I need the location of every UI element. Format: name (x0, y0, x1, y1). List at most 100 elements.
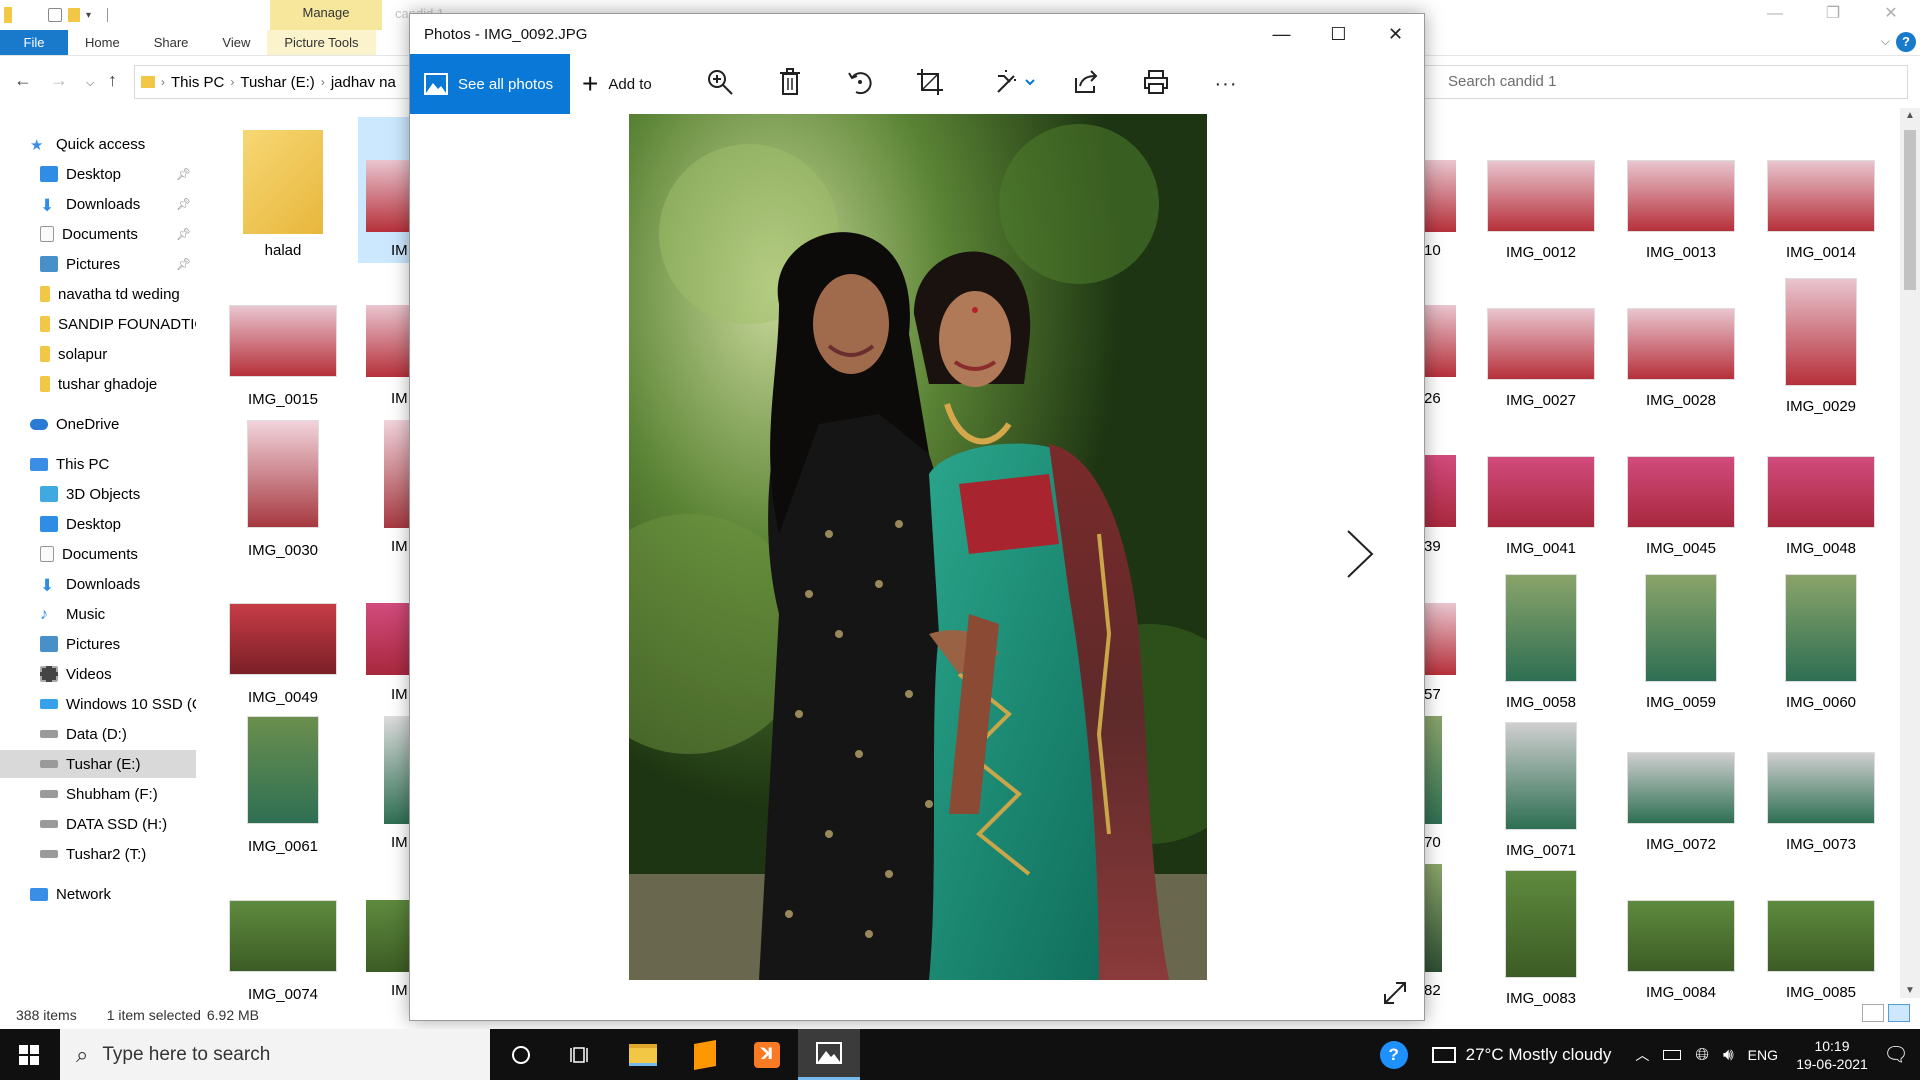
photo-thumbnail[interactable] (366, 160, 409, 232)
recent-locations-icon[interactable]: ⌵ (86, 77, 94, 90)
battery-icon[interactable] (1663, 1049, 1682, 1060)
crop-icon[interactable] (914, 68, 946, 100)
photo-thumbnail[interactable] (1424, 160, 1456, 232)
photo-thumbnail[interactable] (1424, 305, 1456, 377)
photo-thumbnail[interactable] (384, 420, 409, 528)
nav-downloads[interactable]: ⬇ Downloads (0, 570, 196, 598)
nav-documents[interactable]: Documents 📌︎ (0, 220, 196, 248)
address-bar[interactable]: › This PC › Tushar (E:) › jadhav na (134, 65, 414, 99)
fullscreen-expand-icon[interactable] (1382, 980, 1408, 1013)
restore-icon[interactable]: ❐ (1804, 0, 1862, 30)
nav-drive-e[interactable]: Tushar (E:) (0, 750, 196, 778)
photo-thumbnail[interactable] (366, 900, 409, 972)
help-icon[interactable]: ? (1896, 32, 1916, 52)
nav-pictures[interactable]: Pictures 📌︎ (0, 250, 196, 278)
file-item[interactable]: IMG_0041 (1471, 426, 1611, 557)
nav-network[interactable]: Network (0, 880, 196, 908)
nav-drive-f[interactable]: Shubham (F:) (0, 780, 196, 808)
search-input[interactable]: Search candid 1 (1413, 65, 1908, 99)
nav-folder[interactable]: solapur (0, 340, 196, 368)
next-photo-arrow-icon[interactable] (1345, 524, 1375, 593)
breadcrumb-drive[interactable]: Tushar (E:) (240, 74, 314, 91)
up-arrow-icon[interactable]: ↑ (108, 70, 117, 91)
details-view-icon[interactable] (1862, 1004, 1884, 1022)
minimize-icon[interactable]: — (1746, 0, 1804, 30)
photo-thumbnail[interactable] (366, 305, 409, 377)
nav-drive-t[interactable]: Tushar2 (T:) (0, 840, 196, 868)
photo-thumbnail[interactable] (1424, 864, 1442, 972)
nav-quick-access[interactable]: ★ Quick access (0, 130, 196, 158)
xampp-icon[interactable]: ꓘ (736, 1029, 798, 1080)
file-item[interactable]: IMG_0083 (1471, 870, 1611, 1007)
taskbar-search-box[interactable]: ⌕ Type here to search (60, 1029, 490, 1080)
nav-onedrive[interactable]: OneDrive (0, 410, 196, 438)
clock[interactable]: 10:19 19-06-2021 (1792, 1037, 1872, 1073)
file-item[interactable]: IMG_0073 (1751, 722, 1891, 853)
file-item[interactable]: IMG_0028 (1611, 278, 1751, 409)
edit-create-icon[interactable] (992, 68, 1040, 100)
photo-thumbnail[interactable] (1424, 603, 1456, 675)
tab-picture-tools[interactable]: Picture Tools (267, 30, 376, 55)
show-hidden-icons-chevron[interactable]: ︿ (1635, 1045, 1649, 1065)
nav-desktop[interactable]: Desktop (0, 510, 196, 538)
delete-icon[interactable] (774, 68, 806, 100)
nav-music[interactable]: ♪ Music (0, 600, 196, 628)
forward-arrow-icon[interactable]: → (50, 70, 68, 91)
notifications-icon[interactable]: 🗨︎ (1872, 1042, 1920, 1067)
large-icons-view-icon[interactable] (1888, 1004, 1910, 1022)
photo-thumbnail[interactable] (1424, 716, 1442, 824)
file-item[interactable]: IMG_0014 (1751, 130, 1891, 261)
file-item[interactable]: IMG_0029 (1751, 278, 1891, 415)
tab-share[interactable]: Share (137, 30, 206, 55)
file-item[interactable]: IMG_0048 (1751, 426, 1891, 557)
photo-thumbnail[interactable] (1424, 455, 1456, 527)
file-item[interactable]: IMG_0074 (213, 900, 353, 1003)
nav-folder[interactable]: SANDIP FOUNADTIO (0, 310, 196, 338)
file-explorer-taskbar-icon[interactable] (612, 1029, 674, 1080)
nav-drive-d[interactable]: Data (D:) (0, 720, 196, 748)
nav-this-pc[interactable]: This PC (0, 450, 196, 478)
file-item[interactable]: IMG_0012 (1471, 130, 1611, 261)
nav-3d-objects[interactable]: 3D Objects (0, 480, 196, 508)
share-icon[interactable] (1070, 68, 1102, 100)
task-view-icon[interactable] (550, 1029, 612, 1080)
photos-taskbar-icon[interactable] (798, 1029, 860, 1080)
close-icon[interactable]: ✕ (1367, 14, 1424, 54)
breadcrumb-this-pc[interactable]: This PC (171, 74, 224, 91)
network-globe-icon[interactable]: 🌐︎ (1695, 1045, 1709, 1065)
file-item[interactable]: IMG_0030 (213, 420, 353, 559)
language-indicator[interactable]: ENG (1748, 1047, 1778, 1063)
manage-context-tab[interactable]: Manage (270, 0, 382, 30)
file-item[interactable]: IMG_0072 (1611, 722, 1751, 853)
maximize-icon[interactable]: ☐ (1310, 14, 1367, 54)
weather-text[interactable]: 27°C Mostly cloudy (1466, 1045, 1612, 1065)
nav-folder[interactable]: navatha td weding (0, 280, 196, 308)
zoom-in-icon[interactable] (704, 68, 736, 100)
file-item[interactable]: IMG_0013 (1611, 130, 1751, 261)
minimize-icon[interactable]: — (1253, 14, 1310, 54)
rotate-icon[interactable] (844, 68, 876, 100)
customize-qat-icon[interactable]: ▾ (86, 10, 91, 21)
file-item[interactable]: IMG_0058 (1471, 574, 1611, 711)
scroll-down-icon[interactable]: ▼ (1905, 985, 1915, 996)
cortana-icon[interactable] (490, 1029, 552, 1080)
file-item[interactable]: IMG_0059 (1611, 574, 1751, 711)
tab-home[interactable]: Home (68, 30, 137, 55)
photo-thumbnail[interactable] (366, 603, 409, 675)
ribbon-expand-icon[interactable]: ⌵ (1881, 34, 1890, 49)
file-item[interactable]: IMG_0060 (1751, 574, 1891, 711)
tab-file[interactable]: File (0, 30, 68, 55)
vertical-scrollbar[interactable]: ▲ ▼ (1900, 108, 1920, 998)
nav-downloads[interactable]: ⬇ Downloads 📌︎ (0, 190, 196, 218)
file-item[interactable]: IMG_0071 (1471, 722, 1611, 859)
nav-drive-c[interactable]: Windows 10 SSD (C (0, 690, 196, 718)
back-arrow-icon[interactable]: ← (14, 70, 32, 91)
see-all-photos-button[interactable]: See all photos (410, 54, 570, 114)
displayed-photo[interactable] (629, 114, 1207, 980)
folder-item[interactable]: halad (213, 130, 353, 259)
file-item[interactable]: IMG_0061 (213, 716, 353, 855)
scroll-up-icon[interactable]: ▲ (1905, 110, 1915, 121)
nav-pictures[interactable]: Pictures (0, 630, 196, 658)
tab-view[interactable]: View (205, 30, 267, 55)
weather-icon[interactable] (1431, 1046, 1456, 1063)
